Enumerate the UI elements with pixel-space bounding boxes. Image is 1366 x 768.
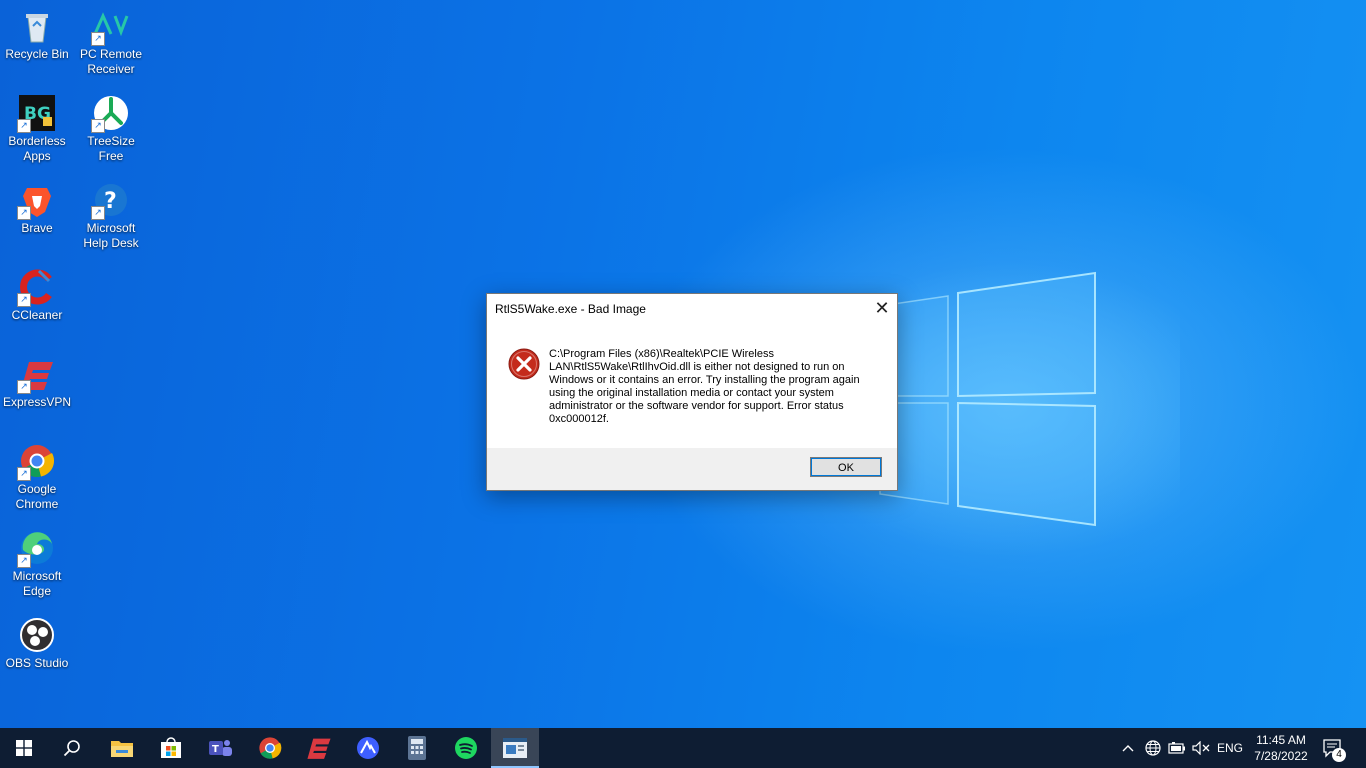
action-center-button[interactable]: 4 (1322, 738, 1346, 763)
volume-muted-icon (1192, 741, 1210, 755)
desktop-icon-obs-studio[interactable]: OBS Studio (0, 617, 74, 671)
dialog-title: RtlS5Wake.exe - Bad Image (495, 302, 646, 316)
dialog-titlebar[interactable]: RtlS5Wake.exe - Bad Image ✕ (487, 294, 897, 324)
battery-button[interactable] (1166, 728, 1188, 768)
recycle-bin-icon (19, 8, 55, 44)
battery-icon (1168, 742, 1185, 754)
desktop-icon-label: Borderless Apps (8, 134, 66, 163)
shortcut-arrow-icon: ↗ (91, 206, 105, 220)
clock-date: 7/28/2022 (1254, 749, 1308, 763)
desktop-icon-ccleaner[interactable]: ↗ CCleaner (0, 269, 74, 323)
desktop-icon-label: OBS Studio (5, 656, 69, 670)
expressvpn-icon (307, 738, 331, 759)
chevron-up-icon (1122, 745, 1134, 752)
windows-start-icon (16, 740, 32, 756)
desktop-icon-label: Google Chrome (15, 482, 59, 511)
shortcut-arrow-icon: ↗ (91, 119, 105, 133)
teams-icon: T (209, 740, 232, 756)
spotify-icon (455, 737, 477, 759)
taskbar-teams[interactable]: T (196, 728, 244, 768)
brave-icon: ↗ (17, 182, 55, 220)
dialog-message: C:\Program Files (x86)\Realtek\PCIE Wire… (549, 348, 860, 425)
language-indicator: ENG (1216, 741, 1243, 755)
desktop-icon-microsoft-edge[interactable]: ↗ Microsoft Edge (0, 530, 74, 599)
desktop-icon-label: Recycle Bin (5, 47, 69, 61)
dialog-footer: OK (487, 448, 897, 490)
desktop-icon-treesize-free[interactable]: ↗ TreeSize Free (74, 95, 148, 164)
expressvpn-icon: ↗ (17, 356, 55, 394)
chrome-icon (259, 737, 282, 759)
taskbar: T ENG 11:45 AM 7/28/2022 4 (0, 728, 1366, 768)
desktop-icon-label: CCleaner (11, 308, 63, 322)
desktop-icon-label: Brave (21, 221, 53, 235)
taskbar-microsoft-store[interactable] (147, 728, 195, 768)
desktop-icon-recycle-bin[interactable]: Recycle Bin (0, 8, 74, 62)
taskbar-file-explorer[interactable] (98, 728, 146, 768)
obs-studio-icon (19, 617, 55, 653)
desktop-icon-borderless-apps[interactable]: BG ↗ Borderless Apps (0, 95, 74, 164)
svg-text:?: ? (104, 189, 117, 214)
shortcut-arrow-icon: ↗ (17, 119, 31, 133)
desktop-icon-pc-remote-receiver[interactable]: ↗ PC Remote Receiver (74, 8, 148, 77)
taskbar-nordvpn[interactable] (344, 728, 392, 768)
taskbar-chrome[interactable] (246, 728, 294, 768)
nordvpn-icon (357, 737, 379, 759)
input-language-button[interactable]: ENG (1214, 728, 1246, 768)
borderless-apps-icon: BG ↗ (17, 95, 55, 133)
desktop-icon-label: TreeSize Free (87, 134, 135, 163)
shortcut-arrow-icon: ↗ (17, 293, 31, 307)
taskbar-expressvpn[interactable] (295, 728, 343, 768)
search-button[interactable] (48, 728, 96, 768)
search-icon (63, 740, 80, 757)
clock-button[interactable]: 11:45 AM 7/28/2022 (1246, 732, 1316, 764)
microsoft-store-icon (161, 737, 181, 758)
shortcut-arrow-icon: ↗ (91, 32, 105, 46)
shortcut-arrow-icon: ↗ (17, 467, 31, 481)
desktop-icon-label: PC Remote Receiver (79, 47, 143, 76)
chrome-icon: ↗ (17, 443, 55, 481)
desktop-icon-microsoft-help-desk[interactable]: ? ↗ Microsoft Help Desk (74, 182, 148, 251)
svg-text:T: T (212, 744, 219, 755)
close-button[interactable]: ✕ (867, 294, 897, 324)
treesize-icon: ↗ (91, 95, 129, 133)
notification-count-badge: 4 (1332, 748, 1346, 762)
help-desk-icon: ? ↗ (91, 182, 129, 220)
desktop-icon-label: Microsoft Help Desk (83, 221, 139, 250)
error-icon (508, 348, 540, 380)
ccleaner-icon: ↗ (17, 269, 55, 307)
desktop-icon-google-chrome[interactable]: ↗ Google Chrome (0, 443, 74, 512)
close-icon: ✕ (874, 298, 890, 318)
volume-button[interactable] (1190, 728, 1212, 768)
app-window-icon (503, 738, 527, 758)
desktop-icon-label: Microsoft Edge (12, 569, 62, 598)
network-button[interactable] (1142, 728, 1164, 768)
desktop-icon-brave[interactable]: ↗ Brave (0, 182, 74, 236)
globe-network-icon (1145, 740, 1161, 756)
desktop-icon-label: ExpressVPN (2, 395, 72, 409)
taskbar-active-app[interactable] (491, 728, 539, 768)
taskbar-calculator[interactable] (393, 728, 441, 768)
edge-icon: ↗ (17, 530, 55, 568)
file-explorer-icon (111, 741, 133, 757)
shortcut-arrow-icon: ↗ (17, 206, 31, 220)
shortcut-arrow-icon: ↗ (17, 554, 31, 568)
taskbar-spotify[interactable] (442, 728, 490, 768)
dialog-body: C:\Program Files (x86)\Realtek\PCIE Wire… (487, 324, 897, 448)
calculator-icon (408, 736, 426, 760)
show-hidden-icons-button[interactable] (1118, 728, 1138, 768)
start-button[interactable] (0, 728, 48, 768)
pc-remote-receiver-icon: ↗ (91, 8, 129, 46)
clock-time: 11:45 AM (1256, 733, 1306, 747)
ok-button[interactable]: OK (810, 457, 882, 477)
shortcut-arrow-icon: ↗ (17, 380, 31, 394)
desktop-icon-expressvpn[interactable]: ↗ ExpressVPN (0, 356, 74, 410)
bad-image-dialog: RtlS5Wake.exe - Bad Image ✕ C:\Program F… (486, 293, 898, 491)
